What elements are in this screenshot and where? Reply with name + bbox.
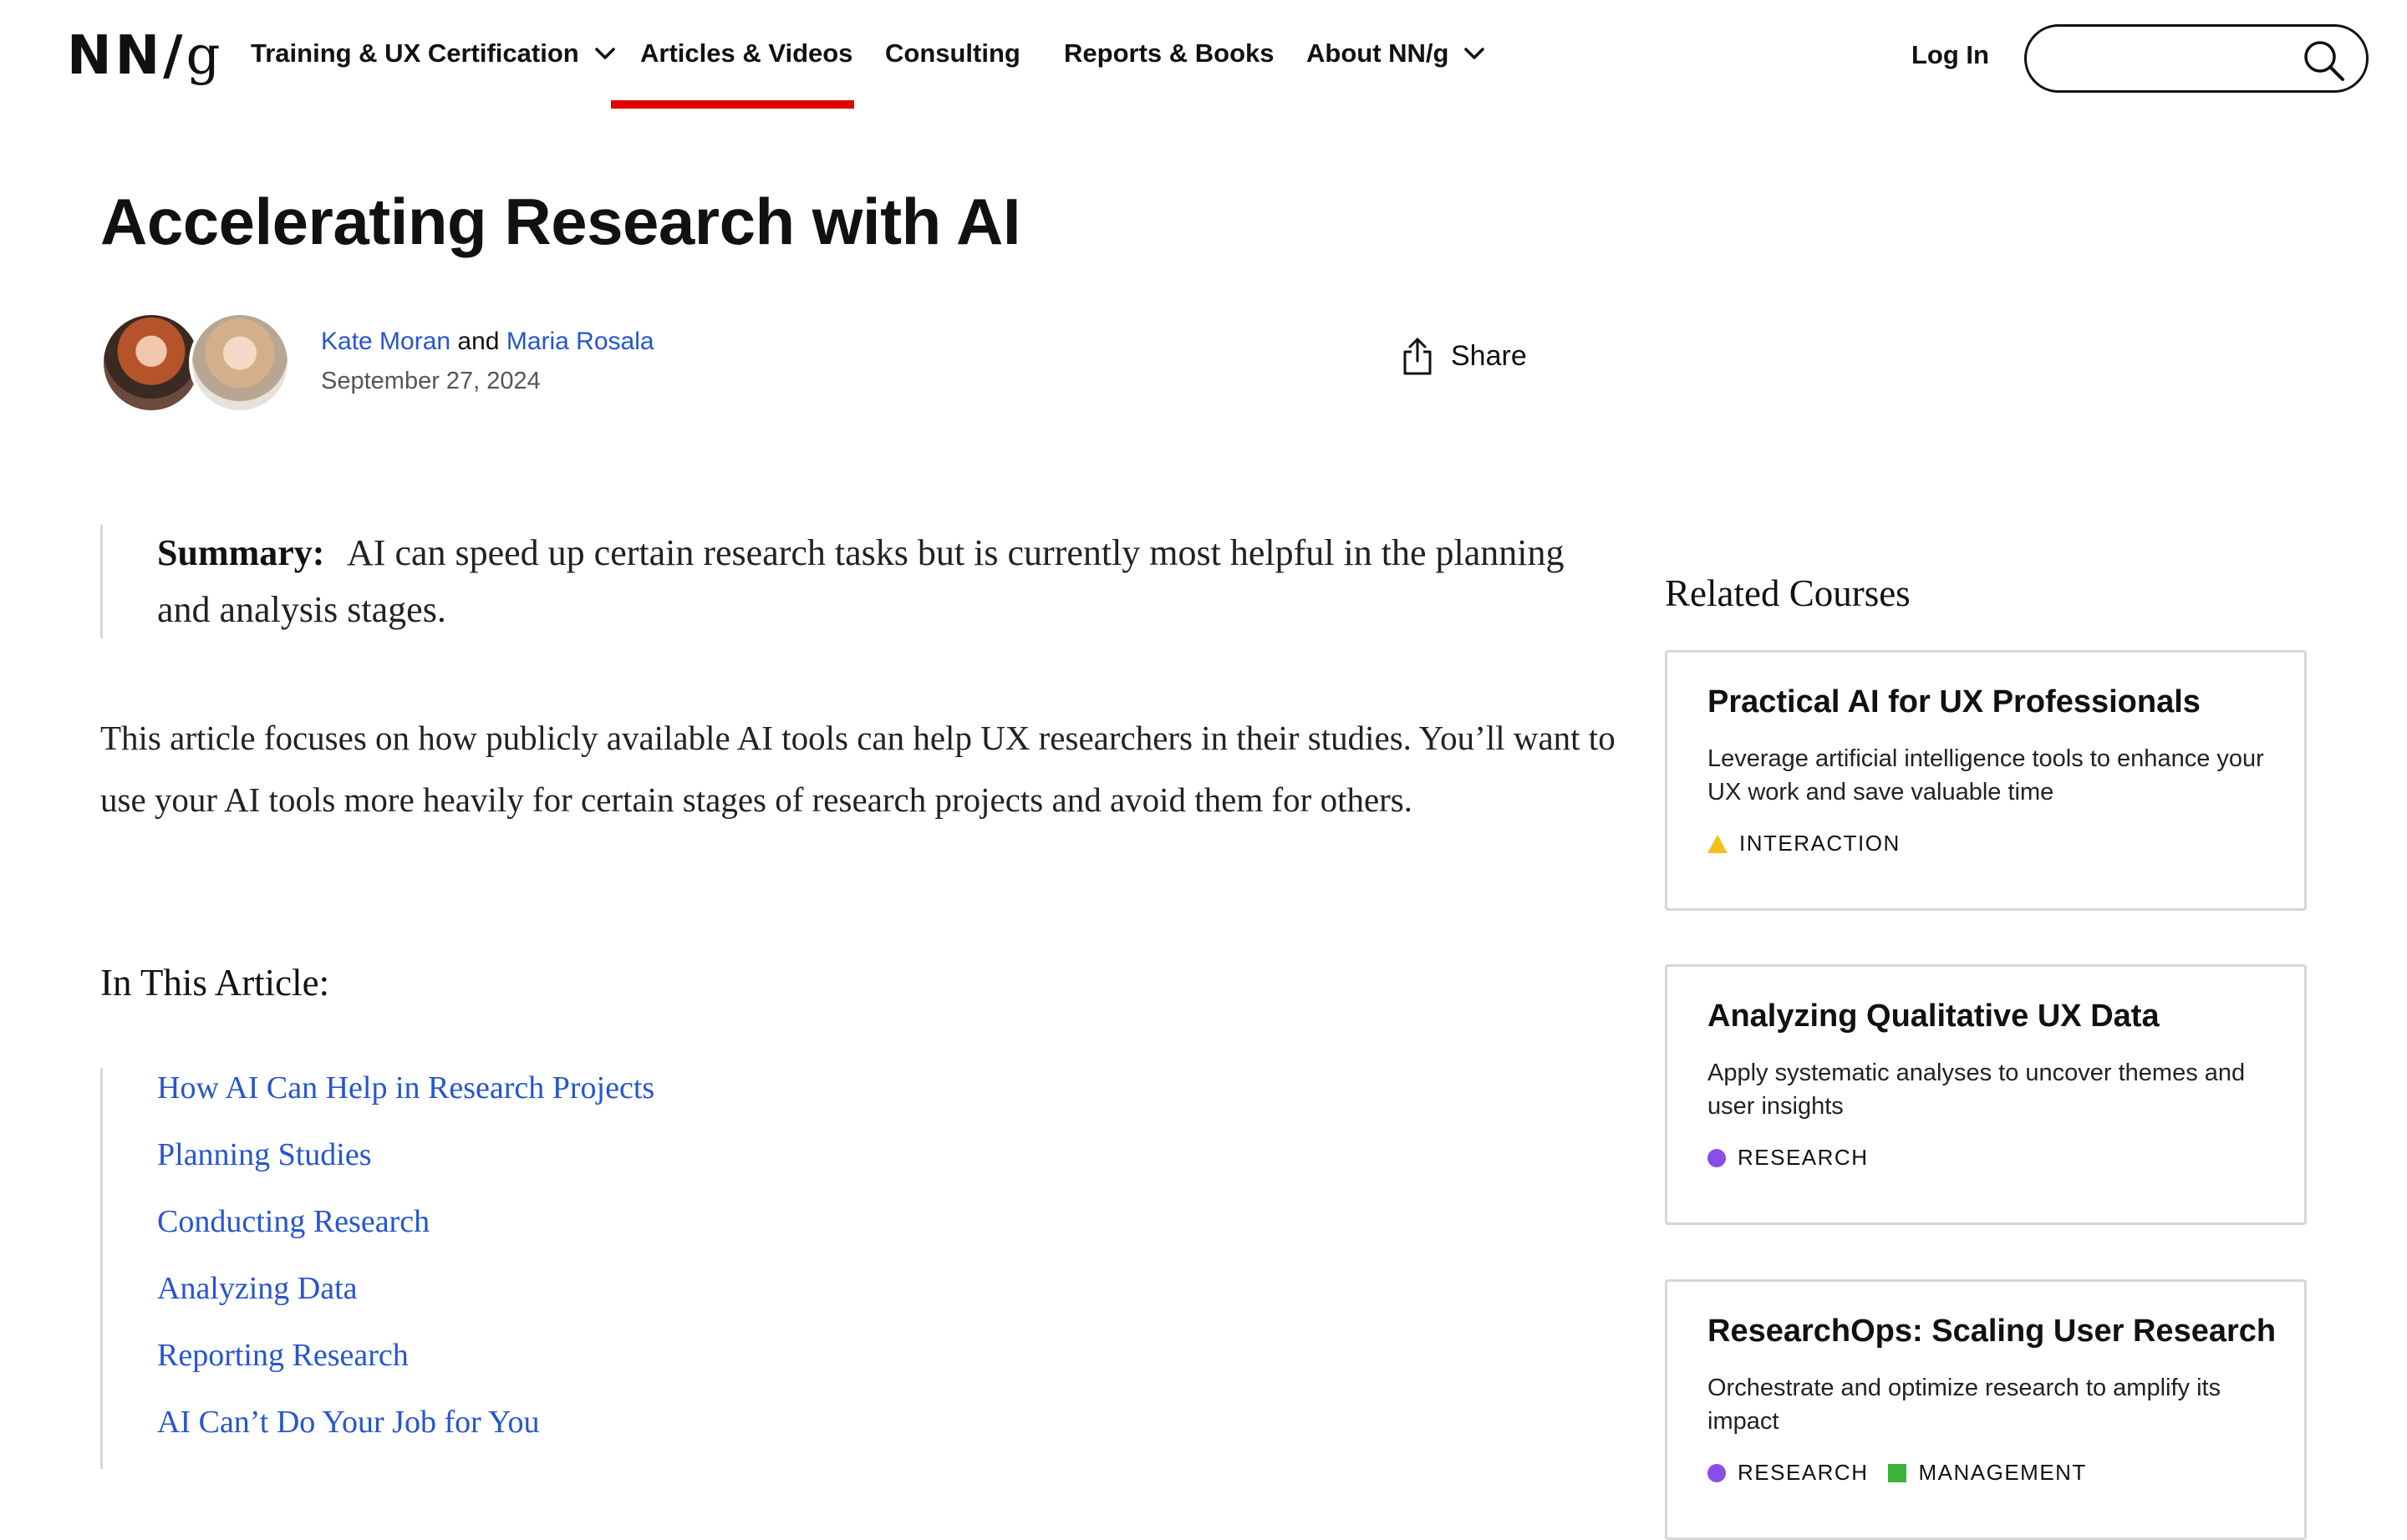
nav-about-label: About NN/g [1306,38,1449,68]
toc-link-ai-cant-do-your-job[interactable]: AI Can’t Do Your Job for You [157,1405,539,1440]
course-tag-label: MANAGEMENT [1918,1460,2087,1485]
author-avatar-maria[interactable] [189,312,291,414]
course-tag: INTERACTION [1707,831,1901,856]
summary-label: Summary: [157,532,325,573]
toc-item: Analyzing Data [157,1268,993,1335]
chevron-down-icon [1464,48,1485,59]
author-link-1[interactable]: Kate Moran [321,328,450,355]
publish-date: September 27, 2024 [321,368,541,394]
course-tags: RESEARCH MANAGEMENT [1707,1460,2264,1486]
course-tag-label: RESEARCH [1738,1145,1869,1170]
nav-articles-videos[interactable]: Articles & Videos [640,38,852,69]
toc-item: Planning Studies [157,1135,993,1202]
nav-reports-label: Reports & Books [1064,38,1275,68]
circle-icon [1707,1148,1726,1167]
related-courses-heading: Related Courses [1665,572,1911,614]
course-tag: RESEARCH [1707,1460,1868,1486]
active-nav-indicator [611,100,854,109]
logo-prefix: NN/ [67,25,186,87]
toc-link-planning-studies[interactable]: Planning Studies [157,1137,372,1172]
toc-link-reporting-research[interactable]: Reporting Research [157,1338,409,1373]
course-card-researchops[interactable]: ResearchOps: Scaling User Research Orche… [1665,1279,2307,1540]
course-tag-label: INTERACTION [1739,831,1901,856]
author-link-2[interactable]: Maria Rosala [506,328,654,355]
course-tag-label: RESEARCH [1738,1460,1869,1485]
course-description: Leverage artificial intelligence tools t… [1707,745,2264,806]
nng-logo[interactable]: NN/g [67,25,223,87]
login-link[interactable]: Log In [1911,40,1989,70]
table-of-contents: How AI Can Help in Research Projects Pla… [100,1068,993,1469]
search-box[interactable] [2024,24,2369,93]
course-tag: RESEARCH [1707,1145,1868,1171]
toc-item: How AI Can Help in Research Projects [157,1068,993,1135]
circle-icon [1707,1463,1726,1482]
toc-item: AI Can’t Do Your Job for You [157,1402,993,1469]
nav-training-label: Training & UX Certification [251,38,579,68]
square-icon [1888,1463,1907,1482]
share-icon [1403,338,1432,375]
course-title: Practical AI for UX Professionals [1707,684,2201,719]
byline-conjunction: and [450,328,506,355]
nav-reports-books[interactable]: Reports & Books [1064,38,1274,69]
triangle-icon [1707,834,1728,853]
nav-consulting-label: Consulting [885,38,1020,68]
summary-text: AI can speed up certain research tasks b… [157,532,1565,630]
nav-about[interactable]: About NN/g [1306,38,1485,69]
search-icon[interactable] [2301,38,2346,83]
course-description: Orchestrate and optimize research to amp… [1707,1375,2221,1435]
toc-link-analyzing-data[interactable]: Analyzing Data [157,1271,358,1306]
article-summary: Summary: AI can speed up certain researc… [100,525,1571,638]
toc-item: Conducting Research [157,1202,993,1268]
share-label: Share [1451,339,1527,372]
course-tags: INTERACTION [1707,831,2264,856]
course-description: Apply systematic analyses to uncover the… [1707,1060,2246,1120]
search-input[interactable] [2052,38,2306,80]
course-title: Analyzing Qualitative UX Data [1707,999,2160,1034]
article-byline: Kate Moran and Maria Rosala [321,328,654,356]
course-card-practical-ai[interactable]: Practical AI for UX Professionals Levera… [1665,650,2307,911]
course-card-analyzing-qualitative[interactable]: Analyzing Qualitative UX Data Apply syst… [1665,964,2307,1225]
article-title: Accelerating Research with AI [100,185,1021,258]
toc-heading: In This Article: [100,962,330,1004]
course-title: ResearchOps: Scaling User Research [1707,1314,2277,1349]
course-tags: RESEARCH [1707,1145,2264,1171]
course-tag: MANAGEMENT [1888,1460,2086,1486]
nav-articles-label: Articles & Videos [640,38,853,68]
toc-link-conducting-research[interactable]: Conducting Research [157,1204,430,1239]
article-intro: This article focuses on how publicly ava… [100,719,1616,819]
nav-consulting[interactable]: Consulting [885,38,1020,69]
logo-suffix: g [186,25,224,87]
chevron-down-icon [594,48,615,59]
nav-training[interactable]: Training & UX Certification [251,38,616,69]
author-avatar-kate[interactable] [100,312,202,414]
share-button[interactable]: Share [1401,336,1527,376]
toc-item: Reporting Research [157,1335,993,1402]
toc-link-how-ai-can-help[interactable]: How AI Can Help in Research Projects [157,1070,654,1105]
site-header: NN/g Training & UX Certification Article… [0,0,2407,117]
